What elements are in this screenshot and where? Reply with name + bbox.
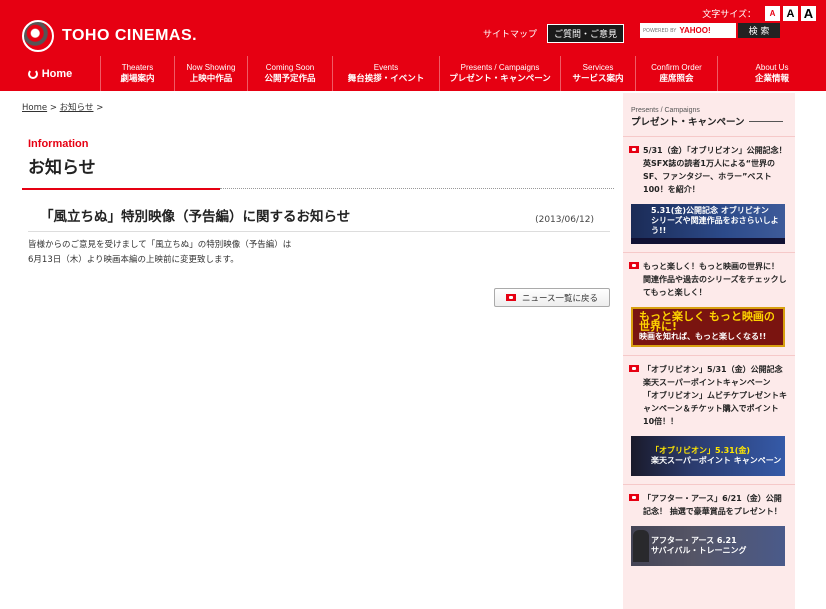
right-margin xyxy=(795,93,826,609)
font-size-small-button[interactable]: A xyxy=(765,6,780,21)
nav-label-ja: サービス案内 xyxy=(572,74,624,84)
article-title: 「風立ちぬ」特別映像（予告編）に関するお知らせ xyxy=(40,209,351,225)
nav-events[interactable]: Events 舞台挨拶・イベント xyxy=(332,56,439,91)
logo-text: TOHO CINEMAS. xyxy=(62,27,198,44)
site-search: POWERED BY YAHOO! 検 索 xyxy=(640,23,780,38)
sidebar-title-ja: プレゼント・キャンペーン xyxy=(631,114,795,128)
nav-label-ja: 上映中作品 xyxy=(189,74,233,84)
promo-link[interactable]: 「アフター・アース」6/21（金）公開記念！ 抽選で豪華賞品をプレゼント！ xyxy=(643,492,789,518)
promo-link[interactable]: 5/31（金）「オブリビオン」公開記念！英SFX誌の読者1万人による“世界のSF… xyxy=(643,144,789,196)
nav-about-us[interactable]: About Us 企業情報 xyxy=(717,56,826,91)
banner-line: 5.31(金)公開記念 オブリビオン xyxy=(651,206,769,215)
page-title: Information お知らせ xyxy=(22,138,614,191)
article-body-line: 皆様からのご意見を受けまして「風立ちぬ」の特別映像（予告編）は xyxy=(28,240,292,250)
font-size-large-button[interactable]: A xyxy=(801,6,816,21)
nav-now-showing[interactable]: Now Showing 上映中作品 xyxy=(174,56,247,91)
nav-label-ja: 劇場案内 xyxy=(120,74,155,84)
global-nav: Home Theaters 劇場案内 Now Showing 上映中作品 Com… xyxy=(0,56,826,91)
sidebar-header: Presents / Campaigns プレゼント・キャンペーン xyxy=(623,93,795,128)
flag-icon xyxy=(629,146,639,153)
title-divider xyxy=(22,188,614,191)
banner-line: アフター・アース 6.21 xyxy=(651,536,737,545)
banner-line: もっと楽しく もっと映画の世界に! xyxy=(639,310,775,333)
article-date: (2013/06/12) xyxy=(535,215,594,225)
yahoo-logo: YAHOO! xyxy=(679,26,711,35)
banner-line: 楽天スーパーポイント キャンペーン xyxy=(651,456,782,465)
page-title-ja: お知らせ xyxy=(28,158,96,178)
article-body: 皆様からのご意見を受けまして「風立ちぬ」の特別映像（予告編）は 6月13日（木）… xyxy=(28,238,610,268)
flag-icon xyxy=(629,494,639,501)
sidebar-title-en: Presents / Campaigns xyxy=(631,107,700,114)
nav-label-en: About Us xyxy=(755,63,789,72)
article-header: 「風立ちぬ」特別映像（予告編）に関するお知らせ (2013/06/12) xyxy=(28,205,610,232)
nav-home-label: Home xyxy=(41,67,73,80)
nav-label-en: Services xyxy=(582,63,614,72)
promo-banner[interactable]: 「オブリビオン」5.31(金) 楽天スーパーポイント キャンペーン xyxy=(631,436,785,476)
promo-item: もっと楽しく！もっと映画の世界に！ 関連作品や過去のシリーズをチェックしてもっと… xyxy=(623,252,795,347)
breadcrumb-separator: > xyxy=(49,103,57,113)
search-button[interactable]: 検 索 xyxy=(738,23,780,38)
nav-label-ja: 企業情報 xyxy=(754,74,789,84)
nav-home[interactable]: Home xyxy=(0,56,100,91)
promo-link[interactable]: もっと楽しく！もっと映画の世界に！ 関連作品や過去のシリーズをチェックしてもっと… xyxy=(643,260,789,299)
promo-item: 5/31（金）「オブリビオン」公開記念！英SFX誌の読者1万人による“世界のSF… xyxy=(623,136,795,244)
search-input[interactable]: POWERED BY YAHOO! xyxy=(640,23,736,38)
nav-label-en: Coming Soon xyxy=(265,63,315,72)
font-size-medium-button[interactable]: A xyxy=(783,6,798,21)
nav-label-en: Events xyxy=(373,63,399,72)
nav-confirm-order[interactable]: Confirm Order 座席照会 xyxy=(635,56,717,91)
breadcrumb-separator: > xyxy=(96,103,104,113)
promo-banner[interactable]: 5.31(金)公開記念 オブリビオン シリーズや関連作品をおさらいしよう!! xyxy=(631,204,785,244)
back-button-label: ニュース一覧に戻る xyxy=(521,293,599,304)
nav-label-en: Now Showing xyxy=(186,63,236,72)
toho-logo[interactable]: TOHO CINEMAS. xyxy=(22,20,197,52)
logo-mark-icon xyxy=(22,20,54,52)
banner-line: サバイバル・トレーニング xyxy=(651,546,747,555)
nav-label-ja: 座席照会 xyxy=(659,74,694,84)
nav-theaters[interactable]: Theaters 劇場案内 xyxy=(100,56,174,91)
nav-label-ja: 舞台挨拶・イベント xyxy=(347,74,425,84)
breadcrumb-current-link[interactable]: お知らせ xyxy=(60,103,94,113)
promo-link[interactable]: 「オブリビオン」5/31（金）公開記念 楽天スーパーポイントキャンペーン 「オブ… xyxy=(643,363,791,428)
sitemap-link[interactable]: サイトマップ xyxy=(483,27,537,40)
banner-line: 映画を知れば、もっと楽しくなる!! xyxy=(639,332,767,341)
power-icon xyxy=(27,68,38,79)
breadcrumb: Home > お知らせ > xyxy=(22,101,103,113)
actor-figure xyxy=(633,530,649,562)
nav-label-en: Confirm Order xyxy=(651,63,702,72)
news-article: 「風立ちぬ」特別映像（予告編）に関するお知らせ (2013/06/12) 皆様か… xyxy=(28,205,610,268)
flag-icon xyxy=(505,294,516,301)
site-header: TOHO CINEMAS. 文字サイズ： A A A サイトマップ ご質問・ご意… xyxy=(0,0,826,91)
nav-label-en: Theaters xyxy=(121,63,154,72)
banner-line: 「オブリビオン」5.31(金) xyxy=(651,446,751,455)
font-size-label: 文字サイズ： xyxy=(702,10,756,20)
flag-icon xyxy=(629,365,639,372)
back-to-news-list-button[interactable]: ニュース一覧に戻る xyxy=(494,288,610,307)
promo-item: 「オブリビオン」5/31（金）公開記念 楽天スーパーポイントキャンペーン 「オブ… xyxy=(623,355,795,476)
page-title-en: Information xyxy=(28,138,89,150)
promo-item: 「アフター・アース」6/21（金）公開記念！ 抽選で豪華賞品をプレゼント！ アフ… xyxy=(623,484,795,566)
nav-presents-campaigns[interactable]: Presents / Campaigns プレゼント・キャンペーン xyxy=(439,56,560,91)
nav-label-ja: 公開予定作品 xyxy=(264,74,316,84)
campaign-sidebar: Presents / Campaigns プレゼント・キャンペーン 5/31（金… xyxy=(623,93,795,609)
breadcrumb-home-link[interactable]: Home xyxy=(22,103,47,113)
nav-label-en: Presents / Campaigns xyxy=(460,63,540,72)
utility-links: サイトマップ ご質問・ご意見 xyxy=(483,24,625,43)
nav-services[interactable]: Services サービス案内 xyxy=(560,56,635,91)
promo-banner[interactable]: アフター・アース 6.21 サバイバル・トレーニング xyxy=(631,526,785,566)
promo-banner[interactable]: もっと楽しく もっと映画の世界に! 映画を知れば、もっと楽しくなる!! xyxy=(631,307,785,347)
font-size-switcher: 文字サイズ： A A A xyxy=(702,6,816,21)
faq-link[interactable]: ご質問・ご意見 xyxy=(547,24,625,43)
search-powered-label: POWERED BY xyxy=(643,27,677,34)
nav-label-ja: プレゼント・キャンペーン xyxy=(449,74,551,84)
banner-line: シリーズや関連作品をおさらいしよう!! xyxy=(651,216,779,235)
article-body-line: 6月13日（木）より映画本編の上映前に変更致します。 xyxy=(28,255,239,265)
nav-coming-soon[interactable]: Coming Soon 公開予定作品 xyxy=(247,56,332,91)
flag-icon xyxy=(629,262,639,269)
